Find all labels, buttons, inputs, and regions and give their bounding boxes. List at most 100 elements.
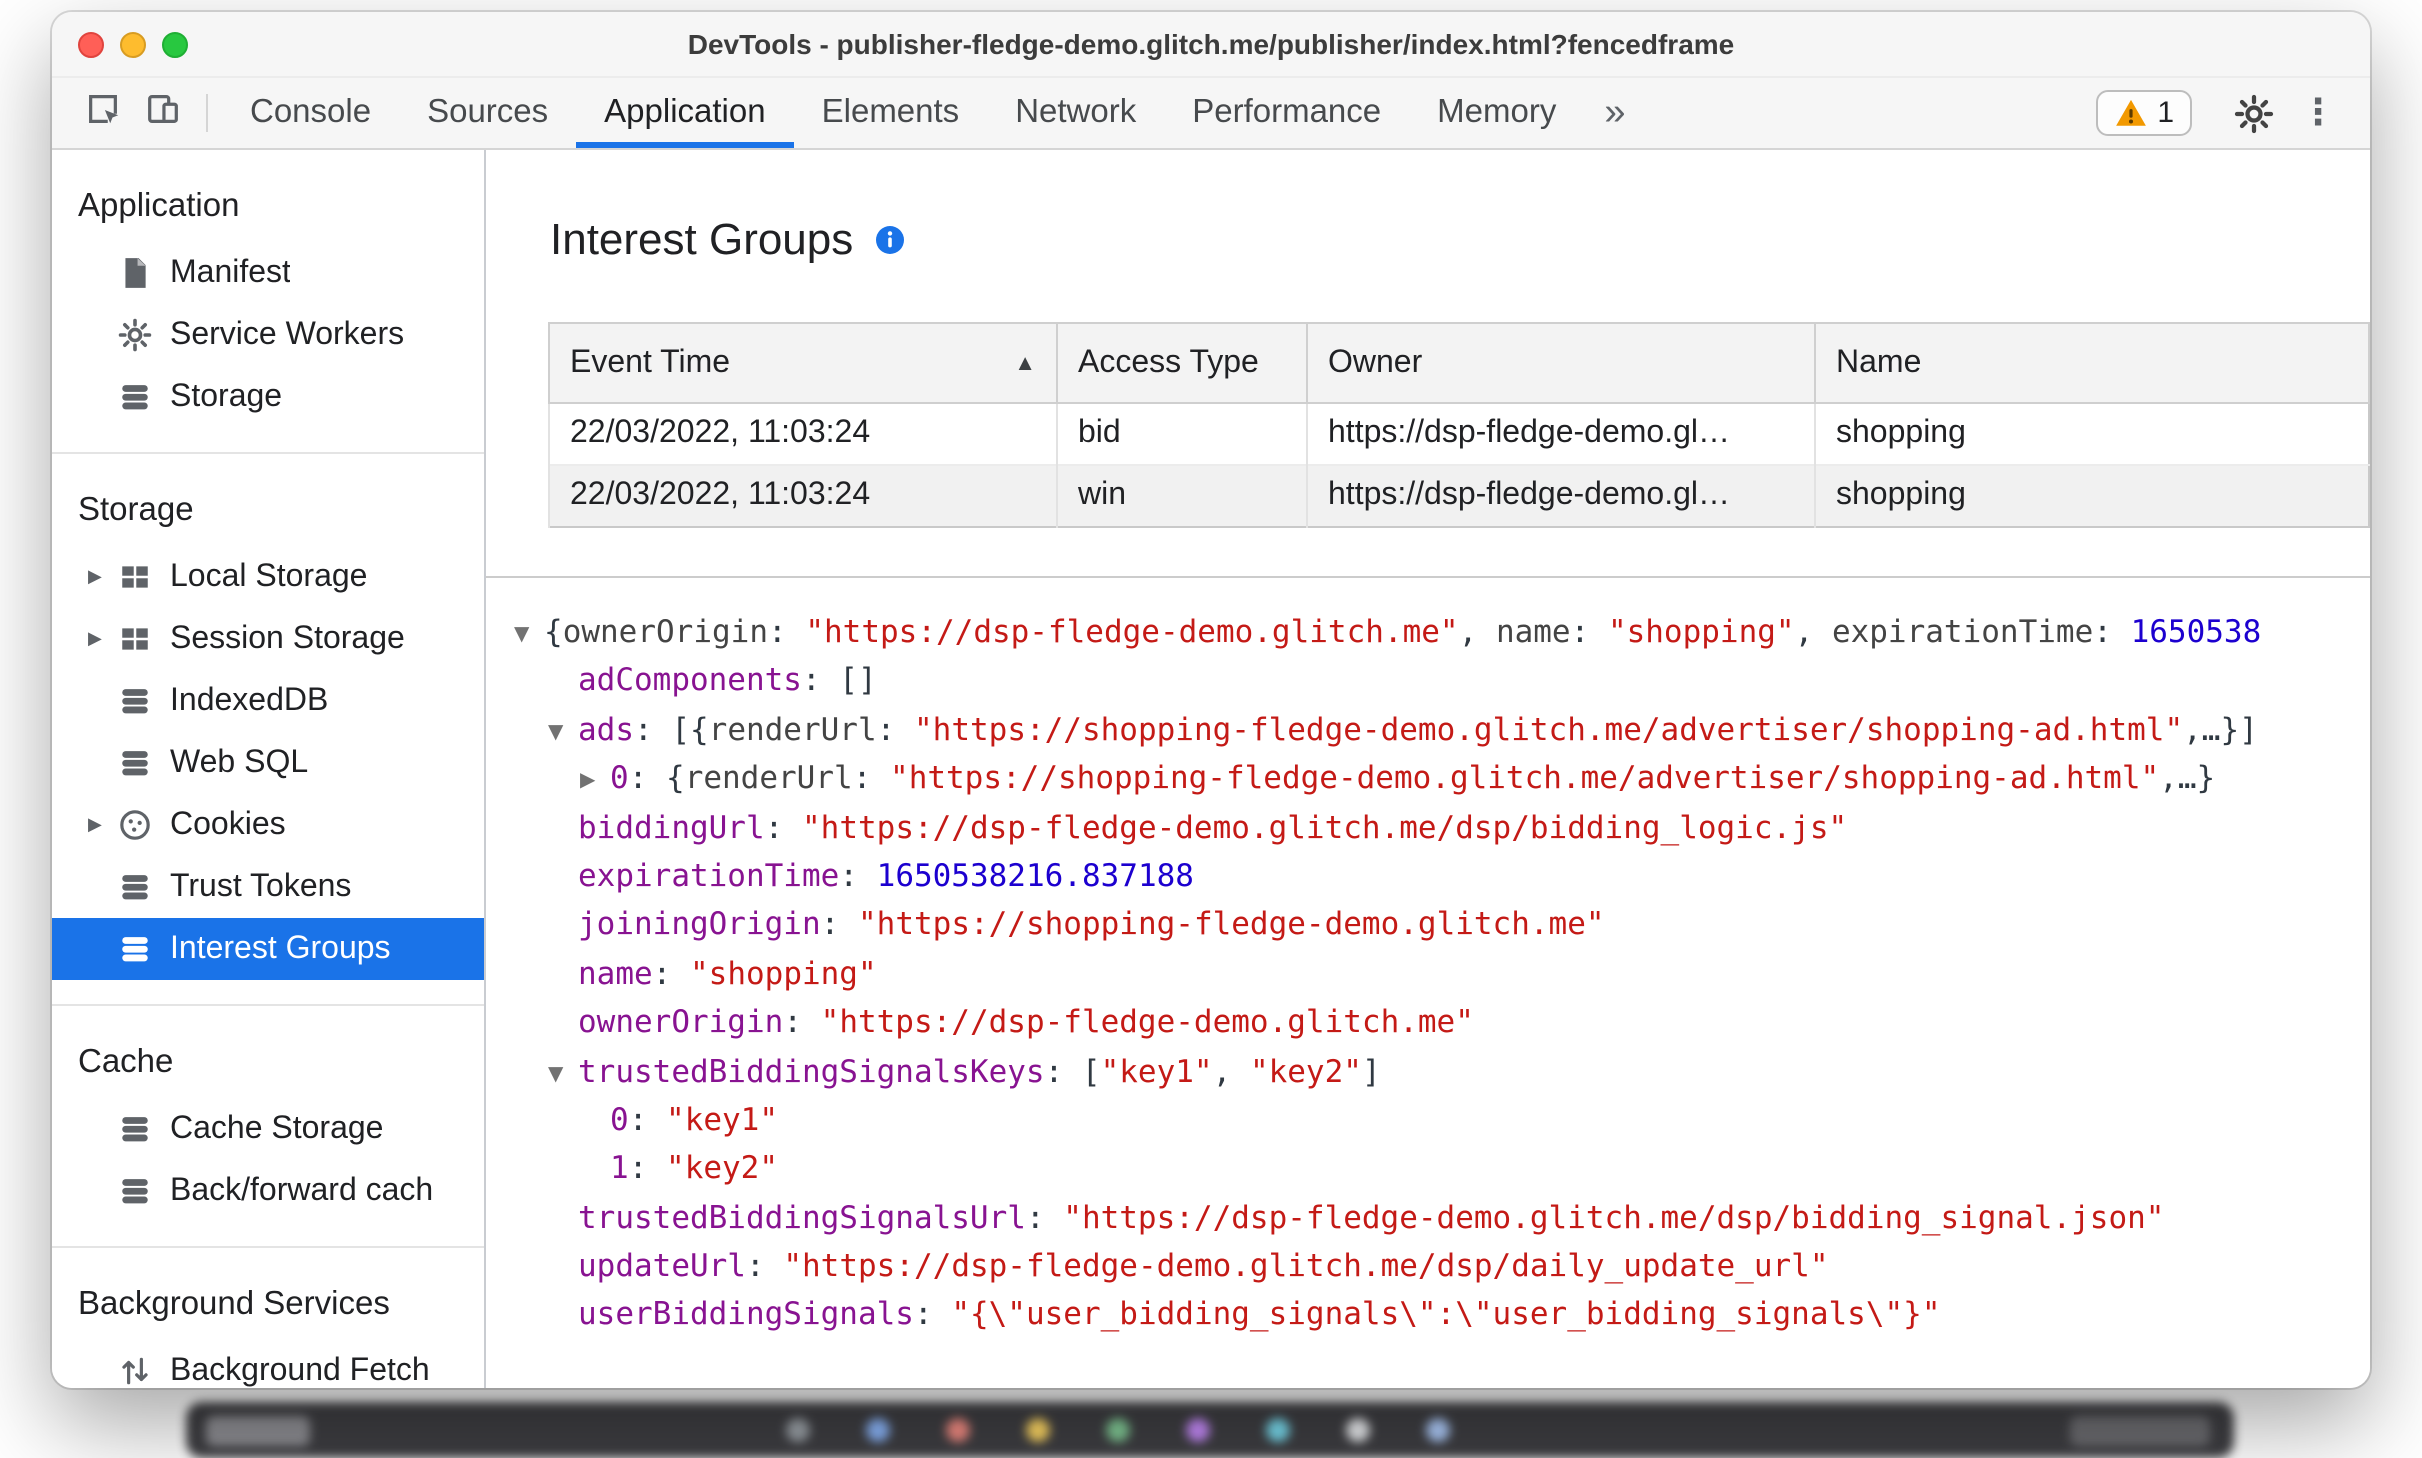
interest-groups-view: Interest Groups Event Time ▲ Access Type Ow… — [486, 150, 2370, 1388]
tree-line[interactable]: joiningOrigin: "https://shopping-fledge-… — [486, 901, 2370, 950]
collapse-arrow-icon[interactable]: ▼ — [514, 612, 544, 657]
dock-dot — [866, 1418, 890, 1442]
tree-segment-p: : — [820, 906, 858, 943]
device-toolbar-button[interactable] — [132, 78, 192, 148]
dock-dot — [1266, 1418, 1290, 1442]
tree-segment-s: "https://dsp-fledge-demo.glitch.me" — [805, 614, 1459, 650]
blur-blob — [206, 1416, 310, 1446]
expander-icon[interactable]: ▶ — [88, 814, 116, 836]
sidebar-item-storage[interactable]: Storage — [52, 366, 484, 428]
sidebar-item-label: Service Workers — [170, 317, 405, 351]
tab-performance[interactable]: Performance — [1164, 78, 1409, 148]
database-icon — [116, 931, 152, 967]
sidebar-item-cache-storage[interactable]: Cache Storage — [52, 1098, 484, 1160]
cell-access-type: bid — [1056, 402, 1307, 465]
database-icon — [116, 1173, 152, 1209]
sidebar-item-local-storage[interactable]: ▶ Local Storage — [52, 546, 484, 608]
inspect-cursor-icon — [83, 89, 121, 137]
tree-line[interactable]: biddingUrl: "https://dsp-fledge-demo.gli… — [486, 803, 2370, 852]
inspect-element-button[interactable] — [72, 78, 132, 148]
cell-event-time: 22/03/2022, 11:03:24 — [548, 464, 1057, 527]
tree-segment-s: "https://shopping-fledge-demo.glitch.me/… — [914, 711, 2184, 748]
tree-segment-s: "{\"user_bidding_signals\":\"user_biddin… — [951, 1296, 1941, 1333]
tree-segment-s: "https://dsp-fledge-demo.glitch.me/dsp/d… — [783, 1248, 1829, 1285]
tree-segment-n: 1650538 — [2130, 614, 2262, 650]
tree-segment-p: , — [1794, 614, 1832, 650]
tree-line[interactable]: ▼ {ownerOrigin: "https://dsp-fledge-demo.… — [486, 608, 2370, 657]
tab-application[interactable]: Application — [576, 78, 794, 148]
tab-sources[interactable]: Sources — [399, 78, 576, 148]
table-row[interactable]: 22/03/2022, 11:03:24 win https://dsp-fledg… — [548, 464, 2369, 527]
column-header-access-type[interactable]: Access Type — [1056, 322, 1308, 404]
sidebar-item-session-storage[interactable]: ▶ Session Storage — [52, 608, 484, 670]
tree-line[interactable]: adComponents: [] — [486, 657, 2370, 706]
window-titlebar: DevTools - publisher-fledge-demo.glitch.… — [52, 12, 2370, 78]
column-header-owner[interactable]: Owner — [1306, 322, 1816, 404]
tree-segment-k: joiningOrigin — [578, 906, 821, 943]
more-tabs-button[interactable]: » — [1584, 78, 1645, 148]
tree-line[interactable]: ▼ ads: [{renderUrl: "https://shopping-fle… — [486, 706, 2370, 755]
sidebar-item-service-workers[interactable]: Service Workers — [52, 304, 484, 366]
sidebar-item-interest-groups[interactable]: Interest Groups — [52, 918, 484, 980]
tree-line[interactable]: userBiddingSignals: "{\"user_bidding_sig… — [486, 1291, 2370, 1340]
sidebar-item-cookies[interactable]: ▶ Cookies — [52, 794, 484, 856]
gear-icon — [2234, 93, 2274, 133]
sidebar-section-background-services: Background Services Background Fetch — [52, 1248, 484, 1388]
tree-segment-p: : — [913, 1296, 952, 1333]
collapse-arrow-icon[interactable]: ▼ — [548, 710, 578, 755]
table-row[interactable]: 22/03/2022, 11:03:24 bid https://dsp-fledg… — [548, 402, 2369, 465]
expand-arrow-icon[interactable]: ▶ — [580, 758, 610, 803]
tree-line[interactable]: ▶ 0: {renderUrl: "https://shopping-fledge… — [486, 754, 2370, 803]
tab-elements[interactable]: Elements — [794, 78, 988, 148]
close-button[interactable] — [78, 31, 104, 57]
tab-console[interactable]: Console — [222, 78, 399, 148]
menu-button[interactable]: ⋮ — [2286, 92, 2350, 134]
window-controls — [78, 12, 188, 76]
sidebar-item-label: Back/forward cach — [170, 1173, 434, 1207]
tree-line[interactable]: ▼ trustedBiddingSignalsKeys: ["key1", "ke… — [486, 1047, 2370, 1096]
tree-segment-p: : — [876, 711, 914, 748]
tab-memory[interactable]: Memory — [1409, 78, 1584, 148]
database-icon — [116, 1111, 152, 1147]
expander-icon[interactable]: ▶ — [88, 566, 116, 588]
issues-badge[interactable]: 1 — [2095, 90, 2192, 136]
sort-arrow-icon: ▲ — [1014, 351, 1036, 375]
settings-button[interactable] — [2222, 93, 2286, 133]
tree-segment-k: 0 — [610, 1101, 629, 1138]
dock-dot — [946, 1418, 970, 1442]
content-header: Interest Groups — [550, 210, 2370, 270]
dock-dot — [1106, 1418, 1130, 1442]
column-header-name[interactable]: Name — [1814, 322, 2370, 404]
sidebar-item-back-forward-cach[interactable]: Back/forward cach — [52, 1160, 484, 1222]
sidebar-section-storage: Storage ▶ Local Storage ▶ Session Storage Ind… — [52, 454, 484, 1006]
tree-line[interactable]: 1: "key2" — [486, 1145, 2370, 1194]
collapse-arrow-icon[interactable]: ▼ — [548, 1051, 578, 1096]
info-icon[interactable] — [873, 224, 905, 256]
sidebar-item-manifest[interactable]: Manifest — [52, 242, 484, 304]
tree-line[interactable]: trustedBiddingSignalsUrl: "https://dsp-f… — [486, 1193, 2370, 1242]
tab-network[interactable]: Network — [987, 78, 1164, 148]
blur-blob — [2070, 1416, 2210, 1446]
tree-line[interactable]: name: "shopping" — [486, 949, 2370, 998]
tree-segment-p: : [ — [1044, 1053, 1101, 1090]
tree-line[interactable]: updateUrl: "https://dsp-fledge-demo.glit… — [486, 1242, 2370, 1291]
expander-icon[interactable]: ▶ — [88, 628, 116, 650]
column-header-event-time[interactable]: Event Time ▲ — [548, 322, 1058, 404]
table-header-row: Event Time ▲ Access Type Owner Name — [548, 322, 2370, 404]
tree-segment-s: "https://shopping-fledge-demo.glitch.me" — [858, 906, 1605, 943]
tree-segment-p: : — [2093, 614, 2131, 650]
sidebar-item-indexeddb[interactable]: IndexedDB — [52, 670, 484, 732]
sidebar-item-web-sql[interactable]: Web SQL — [52, 732, 484, 794]
column-label: Access Type — [1078, 345, 1259, 379]
sidebar-item-label: Session Storage — [170, 621, 405, 655]
cell-name: shopping — [1814, 402, 2369, 465]
sidebar-item-trust-tokens[interactable]: Trust Tokens — [52, 856, 484, 918]
minimize-button[interactable] — [120, 31, 146, 57]
sidebar-item-background-fetch[interactable]: Background Fetch — [52, 1340, 484, 1388]
zoom-button[interactable] — [162, 31, 188, 57]
tree-line[interactable]: 0: "key1" — [486, 1096, 2370, 1145]
tree-segment-p: ] — [1361, 1053, 1381, 1090]
tree-line[interactable]: ownerOrigin: "https://dsp-fledge-demo.gl… — [486, 998, 2370, 1047]
tree-line[interactable]: expirationTime: 1650538216.837188 — [486, 852, 2370, 901]
tree-segment-p: , — [1212, 1053, 1250, 1090]
